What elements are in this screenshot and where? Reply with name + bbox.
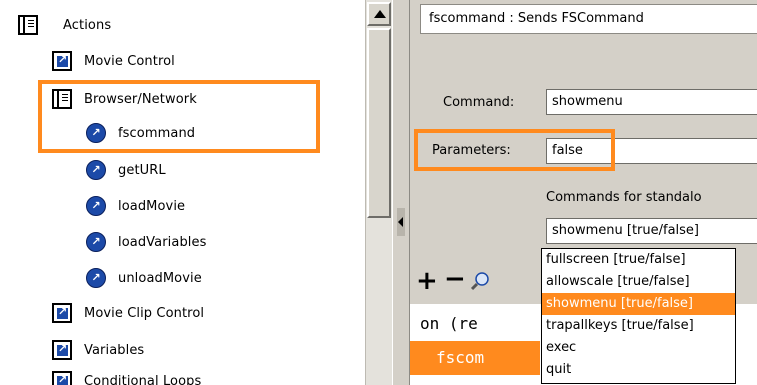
tree-item-label: loadVariables (118, 234, 207, 250)
folder-icon (52, 51, 72, 71)
tree-item-movie-clip-control[interactable]: Movie Clip Control (52, 298, 204, 328)
folder-icon (52, 303, 72, 323)
tree-item-label: loadMovie (118, 198, 186, 214)
action-icon: ↗ (86, 268, 106, 288)
dropdown-option[interactable]: quit (542, 359, 735, 381)
actions-tree: Actions Movie Control Browser/Network ↗ … (0, 0, 365, 385)
actions-panel: Actions Movie Control Browser/Network ↗ … (0, 0, 392, 385)
panel-splitter[interactable] (392, 0, 410, 385)
commands-hint: Commands for standalo (546, 190, 702, 205)
command-field[interactable]: showmenu (546, 89, 757, 115)
dropdown-option[interactable]: exec (542, 337, 735, 359)
code-line: on (re (420, 314, 478, 333)
find-icon[interactable] (470, 271, 490, 291)
vertical-scrollbar[interactable] (365, 0, 392, 385)
dropdown-option[interactable]: trapallkeys [true/false] (542, 315, 735, 337)
collapse-arrow-icon[interactable] (397, 208, 405, 236)
dropdown-option-selected[interactable]: showmenu [true/false] (542, 293, 735, 315)
commands-dropdown-list[interactable]: fullscreen [true/false] allowscale [true… (541, 248, 736, 384)
action-description: fscommand : Sends FSCommand (420, 4, 757, 34)
tree-item-label: Movie Clip Control (84, 305, 205, 321)
dropdown-option[interactable]: fullscreen [true/false] (542, 249, 735, 271)
tree-item-loadvariables[interactable]: ↗ loadVariables (86, 227, 207, 257)
tree-item-unloadmovie[interactable]: ↗ unloadMovie (86, 263, 202, 293)
commands-combobox[interactable]: showmenu [true/false] (546, 218, 757, 244)
action-icon: ↗ (86, 196, 106, 216)
dropdown-option[interactable]: allowscale [true/false] (542, 271, 735, 293)
tree-item-variables[interactable]: Variables (52, 335, 144, 365)
action-icon: ↗ (86, 160, 106, 180)
tree-item-loadmovie[interactable]: ↗ loadMovie (86, 191, 185, 221)
remove-action-button[interactable]: − (444, 266, 466, 292)
scroll-up-arrow-icon[interactable] (367, 2, 391, 26)
tree-item-conditional-loops[interactable]: Conditional Loops (52, 366, 201, 385)
action-icon: ↗ (86, 232, 106, 252)
scrollbar-thumb[interactable] (367, 28, 391, 218)
tree-item-label: Variables (84, 342, 145, 358)
parameters-panel: fscommand : Sends FSCommand Command: sho… (410, 0, 757, 385)
tree-item-label: Actions (63, 17, 112, 33)
code-line: fscom (436, 348, 485, 367)
tree-item-actions[interactable]: Actions (18, 10, 111, 40)
tree-item-label: getURL (118, 162, 166, 178)
tree-item-geturl[interactable]: ↗ getURL (86, 155, 166, 185)
command-label: Command: (443, 95, 515, 110)
tree-item-label: Conditional Loops (84, 373, 202, 385)
folder-icon (52, 340, 72, 360)
add-action-button[interactable]: + (416, 268, 438, 294)
highlight-box (414, 129, 615, 171)
tree-item-movie-control[interactable]: Movie Control (52, 46, 175, 76)
tree-item-label: Movie Control (84, 53, 175, 69)
highlight-box (38, 80, 320, 153)
tree-item-label: unloadMovie (118, 270, 202, 286)
folder-icon (52, 371, 72, 385)
book-icon (18, 15, 38, 35)
